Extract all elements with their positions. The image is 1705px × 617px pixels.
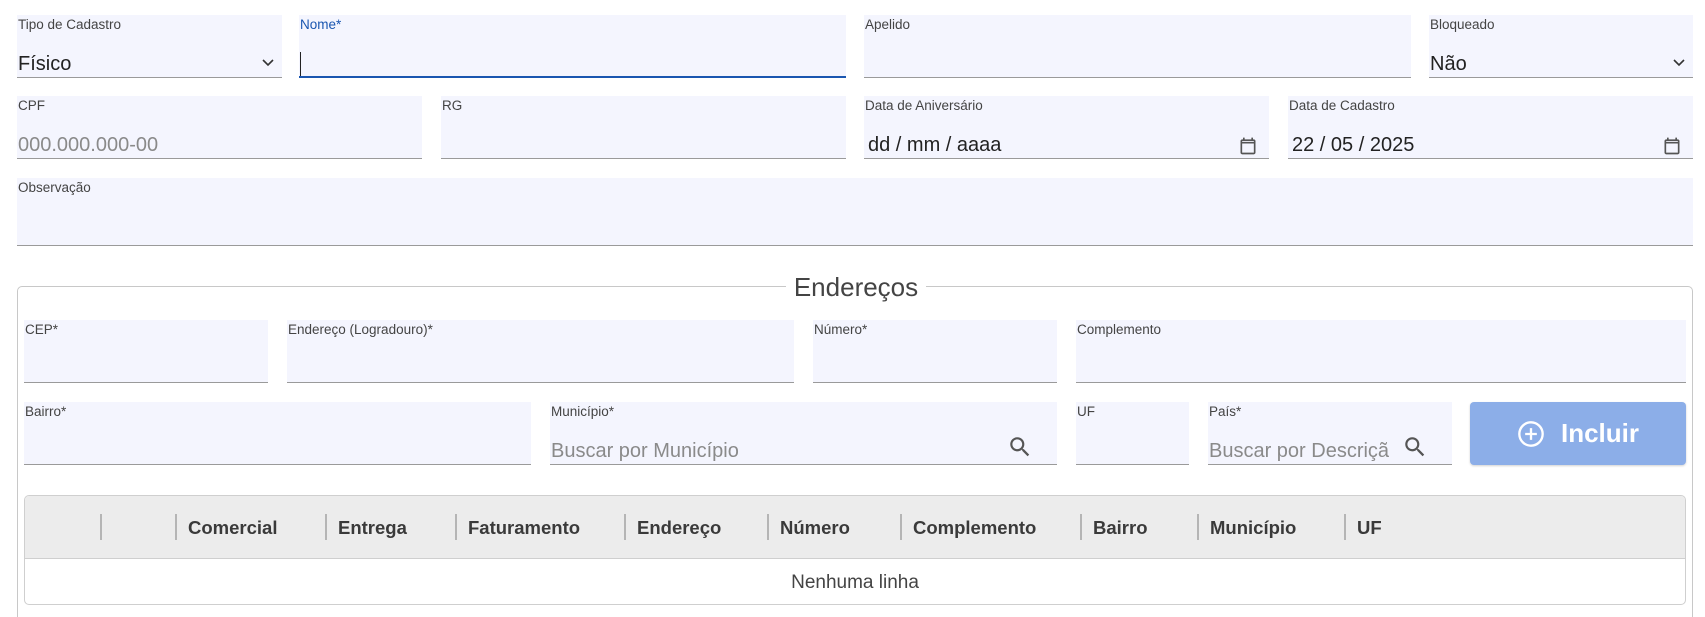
- column-header-comercial[interactable]: Comercial: [175, 496, 325, 559]
- complemento-label: Complemento: [1077, 322, 1162, 337]
- tipo-cadastro-value: Físico: [18, 53, 72, 75]
- uf-label: UF: [1077, 404, 1095, 419]
- pais-search-field[interactable]: País* Buscar por Descriçã: [1208, 402, 1452, 465]
- nome-field[interactable]: Nome*: [299, 15, 846, 78]
- cpf-label: CPF: [18, 98, 45, 113]
- text-cursor: [300, 52, 301, 76]
- chevron-down-icon: [1673, 59, 1685, 67]
- chevron-down-icon: [262, 59, 274, 67]
- pais-placeholder: Buscar por Descriçã: [1209, 440, 1390, 462]
- cep-field[interactable]: CEP*: [24, 320, 268, 383]
- municipio-search-field[interactable]: Município* Buscar por Município: [550, 402, 1057, 465]
- search-icon[interactable]: [1007, 434, 1033, 460]
- incluir-button[interactable]: Incluir: [1470, 402, 1686, 465]
- column-separator[interactable]: [175, 514, 177, 540]
- column-title: Faturamento: [468, 517, 581, 538]
- complemento-field[interactable]: Complemento: [1076, 320, 1686, 383]
- add-circle-icon: [1518, 420, 1544, 447]
- column-header-entrega[interactable]: Entrega: [325, 496, 455, 559]
- table-header: Comercial Entrega Faturamento Endereço N…: [25, 496, 1685, 559]
- data-cadastro-label: Data de Cadastro: [1289, 98, 1395, 113]
- column-header-complemento[interactable]: Complemento: [900, 496, 1080, 559]
- data-cadastro-field[interactable]: Data de Cadastro 22 / 05 / 2025: [1288, 96, 1693, 159]
- column-separator[interactable]: [1080, 514, 1082, 540]
- column-header-endereco[interactable]: Endereço: [624, 496, 767, 559]
- logradouro-label: Endereço (Logradouro)*: [288, 322, 433, 337]
- column-separator[interactable]: [900, 514, 902, 540]
- municipio-label: Município*: [551, 404, 615, 419]
- calendar-icon[interactable]: [1662, 136, 1682, 156]
- municipio-placeholder: Buscar por Município: [551, 440, 739, 462]
- column-separator[interactable]: [325, 514, 327, 540]
- column-title: Complemento: [913, 517, 1037, 538]
- logradouro-field[interactable]: Endereço (Logradouro)*: [287, 320, 794, 383]
- data-cadastro-value: 22 / 05 / 2025: [1292, 134, 1415, 156]
- column-separator[interactable]: [100, 514, 102, 540]
- column-separator[interactable]: [1197, 514, 1199, 540]
- apelido-field[interactable]: Apelido: [864, 15, 1411, 78]
- cpf-placeholder: 000.000.000-00: [18, 134, 159, 156]
- observacao-field[interactable]: Observação: [17, 178, 1693, 246]
- column-separator[interactable]: [1344, 514, 1346, 540]
- tipo-cadastro-select[interactable]: Tipo de Cadastro Físico: [17, 15, 282, 78]
- data-aniversario-placeholder: dd / mm / aaaa: [868, 134, 1002, 156]
- data-aniversario-field[interactable]: Data de Aniversário dd / mm / aaaa: [864, 96, 1269, 159]
- column-title: Número: [780, 517, 850, 538]
- search-icon[interactable]: [1402, 434, 1428, 460]
- apelido-label: Apelido: [865, 17, 911, 32]
- incluir-label: Incluir: [1560, 418, 1639, 448]
- column-separator[interactable]: [455, 514, 457, 540]
- data-aniversario-label: Data de Aniversário: [865, 98, 983, 113]
- column-title: Bairro: [1093, 517, 1148, 538]
- tipo-cadastro-label: Tipo de Cadastro: [18, 17, 122, 32]
- rg-field[interactable]: RG: [441, 96, 846, 159]
- bloqueado-value: Não: [1430, 53, 1467, 75]
- pais-label: País*: [1209, 404, 1242, 419]
- cpf-field[interactable]: CPF 000.000.000-00: [17, 96, 422, 159]
- column-header-blank-1[interactable]: [25, 496, 100, 559]
- nome-label: Nome*: [300, 17, 342, 32]
- calendar-icon[interactable]: [1238, 136, 1258, 156]
- bloqueado-label: Bloqueado: [1430, 17, 1495, 32]
- numero-field[interactable]: Número*: [813, 320, 1057, 383]
- observacao-label: Observação: [18, 180, 91, 195]
- column-header-blank-2[interactable]: [100, 496, 175, 559]
- cep-label: CEP*: [25, 322, 59, 337]
- numero-label: Número*: [814, 322, 868, 337]
- column-separator[interactable]: [624, 514, 626, 540]
- column-header-faturamento[interactable]: Faturamento: [455, 496, 624, 559]
- column-title: Entrega: [338, 517, 407, 538]
- uf-field[interactable]: UF: [1076, 402, 1189, 465]
- bairro-field[interactable]: Bairro*: [24, 402, 531, 465]
- column-title: Endereço: [637, 517, 722, 538]
- column-separator[interactable]: [767, 514, 769, 540]
- column-header-bairro[interactable]: Bairro: [1080, 496, 1197, 559]
- column-header-uf[interactable]: UF: [1344, 496, 1464, 559]
- column-header-municipio[interactable]: Município: [1197, 496, 1344, 559]
- column-title: Comercial: [188, 517, 278, 538]
- rg-label: RG: [442, 98, 463, 113]
- bloqueado-select[interactable]: Bloqueado Não: [1429, 15, 1693, 78]
- bairro-label: Bairro*: [25, 404, 67, 419]
- column-header-numero[interactable]: Número: [767, 496, 900, 559]
- column-title: UF: [1357, 517, 1382, 538]
- enderecos-title: Endereços: [786, 270, 926, 304]
- column-title: Município: [1210, 517, 1297, 538]
- enderecos-table: Comercial Entrega Faturamento Endereço N…: [24, 495, 1686, 605]
- empty-rows-message: Nenhuma linha: [791, 572, 919, 593]
